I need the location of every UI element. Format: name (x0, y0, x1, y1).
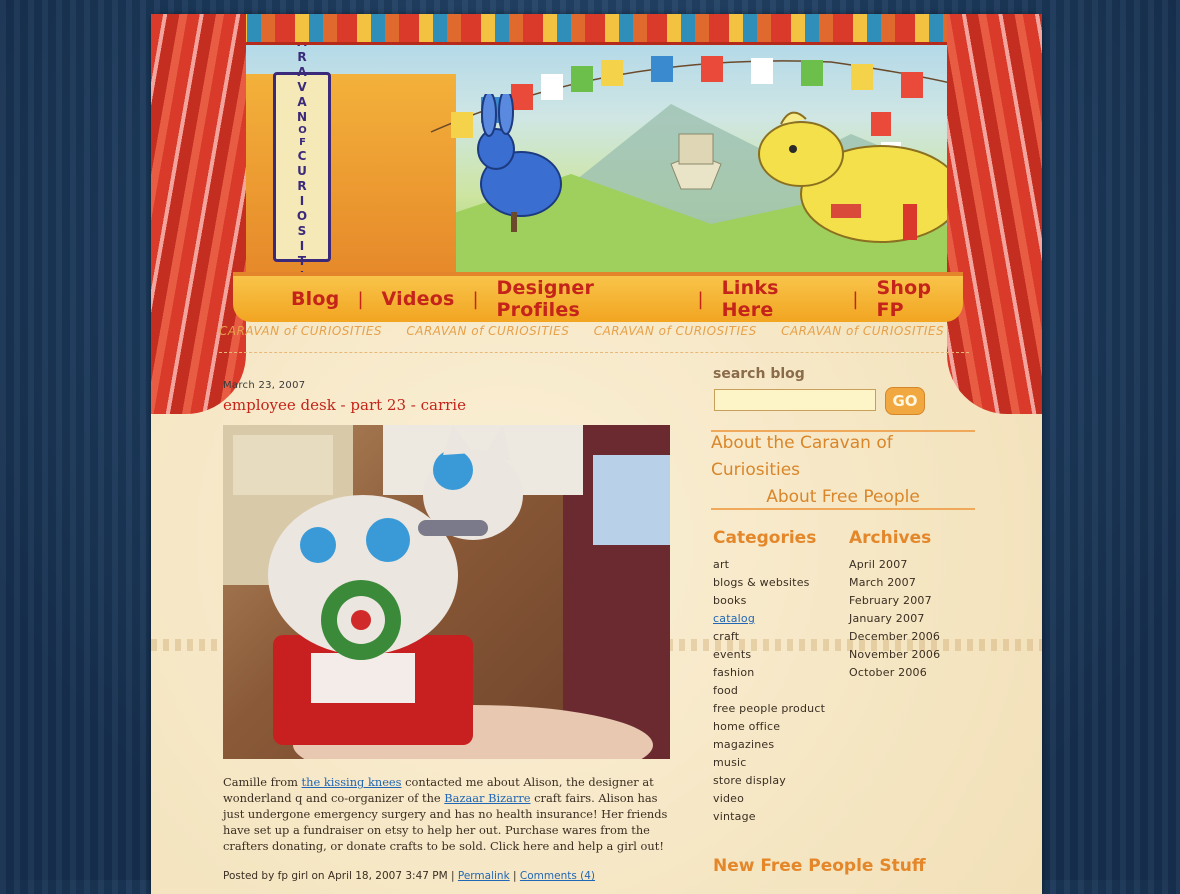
tagline-repeat: CARAVAN of CURIOSITIES (593, 324, 757, 338)
category-books[interactable]: books (713, 592, 825, 610)
archive-february-2007[interactable]: February 2007 (849, 592, 940, 610)
sign-word-of: OF (297, 125, 308, 149)
category-art[interactable]: art (713, 556, 825, 574)
categories-heading: Categories (713, 528, 817, 548)
post-body: Camille from the kissing knees contacted… (223, 774, 671, 854)
bazaar-bizarre-link[interactable]: Bazaar Bizarre (444, 791, 530, 805)
nav-blog[interactable]: Blog (291, 288, 339, 310)
category-catalog[interactable]: catalog (713, 610, 825, 628)
nav-videos[interactable]: Videos (382, 288, 455, 310)
new-stuff-heading: New Free People Stuff (713, 856, 926, 876)
meta-separator: | (509, 870, 520, 882)
archive-october-2006[interactable]: October 2006 (849, 664, 940, 682)
category-home-office[interactable]: home office (713, 718, 825, 736)
archive-march-2007[interactable]: March 2007 (849, 574, 940, 592)
archive-december-2006[interactable]: December 2006 (849, 628, 940, 646)
search-input[interactable] (714, 389, 876, 411)
post-title[interactable]: employee desk - part 23 - carrie (223, 396, 466, 414)
permalink-link[interactable]: Permalink (458, 870, 510, 882)
category-video[interactable]: video (713, 790, 825, 808)
category-craft[interactable]: craft (713, 628, 825, 646)
archives-heading: Archives (849, 528, 932, 548)
archive-november-2006[interactable]: November 2006 (849, 646, 940, 664)
sign-word-curiosities: CURIOSITIES (295, 149, 309, 274)
tagline-strip: CARAVAN of CURIOSITIES CARAVAN of CURIOS… (219, 324, 969, 353)
yellow-cow-art (758, 111, 962, 243)
page-paper: CARAVAN OF CURIOSITIES Blog | Videos | D… (151, 14, 1042, 894)
categories-list: art blogs & websites books catalog craft… (713, 556, 825, 826)
category-vintage[interactable]: vintage (713, 808, 825, 826)
archives-list: April 2007 March 2007 February 2007 Janu… (849, 556, 940, 682)
tagline-repeat: CARAVAN of CURIOSITIES (406, 324, 570, 338)
category-events[interactable]: events (713, 646, 825, 664)
category-blogs-websites[interactable]: blogs & websites (713, 574, 825, 592)
nav-separator: | (357, 288, 364, 310)
comments-link[interactable]: Comments (4) (520, 870, 595, 882)
nav-designer-profiles[interactable]: Designer Profiles (497, 277, 680, 321)
post-photo (223, 425, 670, 759)
about-caravan-link[interactable]: About the Caravan of Curiosities (711, 430, 975, 484)
category-food[interactable]: food (713, 682, 825, 700)
header-illustration: CARAVAN OF CURIOSITIES (151, 14, 1042, 274)
archive-april-2007[interactable]: April 2007 (849, 556, 940, 574)
search-go-button[interactable]: GO (885, 387, 925, 415)
category-music[interactable]: music (713, 754, 825, 772)
dog-figurine-photo (223, 425, 670, 759)
post-meta: Posted by fp girl on April 18, 2007 3:47… (223, 870, 595, 882)
nav-separator: | (697, 288, 704, 310)
nav-shop-fp[interactable]: Shop FP (876, 277, 963, 321)
nav-separator: | (472, 288, 479, 310)
blue-rabbit-art (477, 94, 562, 232)
archive-january-2007[interactable]: January 2007 (849, 610, 940, 628)
curtain-left (151, 14, 246, 414)
search-label: search blog (713, 366, 805, 382)
kissing-knees-link[interactable]: the kissing knees (302, 775, 402, 789)
curtain-right (947, 14, 1042, 414)
tagline-repeat: CARAVAN of CURIOSITIES (781, 324, 945, 338)
category-free-people-product[interactable]: free people product (713, 700, 825, 718)
posted-by: Posted by fp girl on April 18, 2007 3:47… (223, 870, 458, 882)
main-nav: Blog | Videos | Designer Profiles | Link… (233, 272, 963, 322)
category-magazines[interactable]: magazines (713, 736, 825, 754)
caravan-sign: CARAVAN OF CURIOSITIES (273, 20, 331, 274)
category-store-display[interactable]: store display (713, 772, 825, 790)
about-box: About the Caravan of Curiosities About F… (711, 430, 975, 510)
category-fashion[interactable]: fashion (713, 664, 825, 682)
post-date: March 23, 2007 (223, 380, 306, 391)
nav-separator: | (852, 288, 859, 310)
curtain-valance (151, 14, 1042, 45)
nav-links-here[interactable]: Links Here (722, 277, 835, 321)
post-text: Camille from (223, 775, 302, 789)
tagline-repeat: CARAVAN of CURIOSITIES (219, 324, 383, 338)
about-free-people-link[interactable]: About Free People (766, 484, 920, 511)
